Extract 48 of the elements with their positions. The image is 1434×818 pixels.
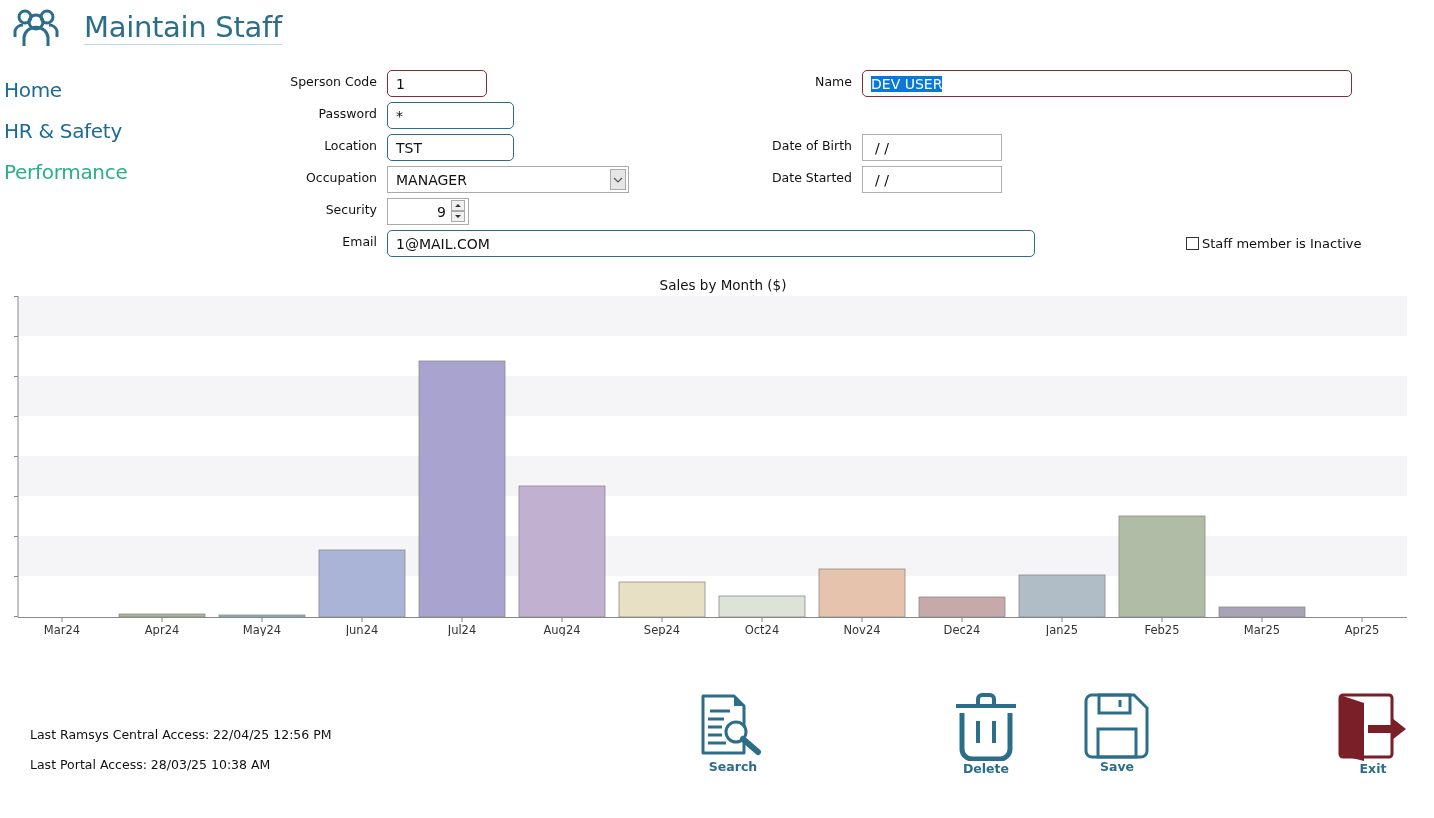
month-label: Jan25: [1045, 623, 1079, 636]
field-label: Date Started: [771, 169, 852, 185]
field-label: Occupation: [304, 169, 377, 185]
spin-arrows-icon: [451, 200, 465, 222]
month-label: Mar24: [43, 623, 81, 636]
trash-can-icon: [954, 693, 1018, 761]
access-info: Last Ramsys Central Access: 22/04/25 12:56 PM: [30, 727, 333, 742]
search-button[interactable]: Search: [700, 693, 766, 774]
month-label: Apr24: [144, 623, 180, 636]
nav-link[interactable]: HR & Safety: [4, 119, 184, 143]
access-info: Last Portal Access: 28/03/25 10:38 AM: [30, 757, 272, 772]
month-label: Sep24: [643, 623, 681, 636]
field-label: Location: [323, 137, 377, 153]
field-label: Password: [317, 105, 377, 121]
field-label: Email: [341, 233, 377, 249]
password-field[interactable]: *: [387, 102, 514, 129]
date-field[interactable]: / /: [862, 166, 1002, 193]
chart-title: Sales by Month ($): [658, 277, 788, 295]
month-label: Mar25: [1243, 623, 1281, 636]
date-field[interactable]: / /: [862, 134, 1002, 161]
field-label: Sperson Code: [289, 73, 377, 89]
input-field[interactable]: DEV USER: [862, 70, 1352, 97]
delete-button[interactable]: Delete: [954, 693, 1018, 776]
input-field[interactable]: 1: [387, 70, 487, 97]
spin-field[interactable]: 9: [387, 198, 469, 225]
field-label: Security: [324, 201, 377, 217]
month-label: Jul24: [447, 623, 477, 636]
field-label: Date of Birth: [771, 137, 852, 153]
month-label: Oct24: [744, 623, 780, 636]
checkbox-label: Staff member is Inactive: [1202, 236, 1362, 251]
field-label: Name: [814, 73, 852, 89]
month-label: Apr25: [1344, 623, 1380, 636]
month-label: Aug24: [543, 623, 581, 636]
month-label: Feb25: [1144, 623, 1180, 636]
people-icon: [12, 7, 60, 47]
month-label: Dec24: [943, 623, 981, 636]
month-label: Nov24: [843, 623, 881, 636]
email-field[interactable]: 1@MAIL.COM: [387, 230, 1035, 257]
month-label: Jun24: [345, 623, 379, 636]
door-exit-icon: [1338, 693, 1408, 761]
month-label: May24: [242, 623, 282, 636]
input-field[interactable]: TST: [387, 134, 514, 161]
checkbox[interactable]: [1186, 237, 1199, 250]
dropdown[interactable]: MANAGER: [387, 166, 629, 193]
nav-link[interactable]: Home: [4, 78, 184, 102]
page-title: Maintain Staff: [84, 9, 282, 45]
exit-button[interactable]: Exit: [1338, 693, 1408, 776]
save-button[interactable]: Save: [1084, 693, 1150, 774]
